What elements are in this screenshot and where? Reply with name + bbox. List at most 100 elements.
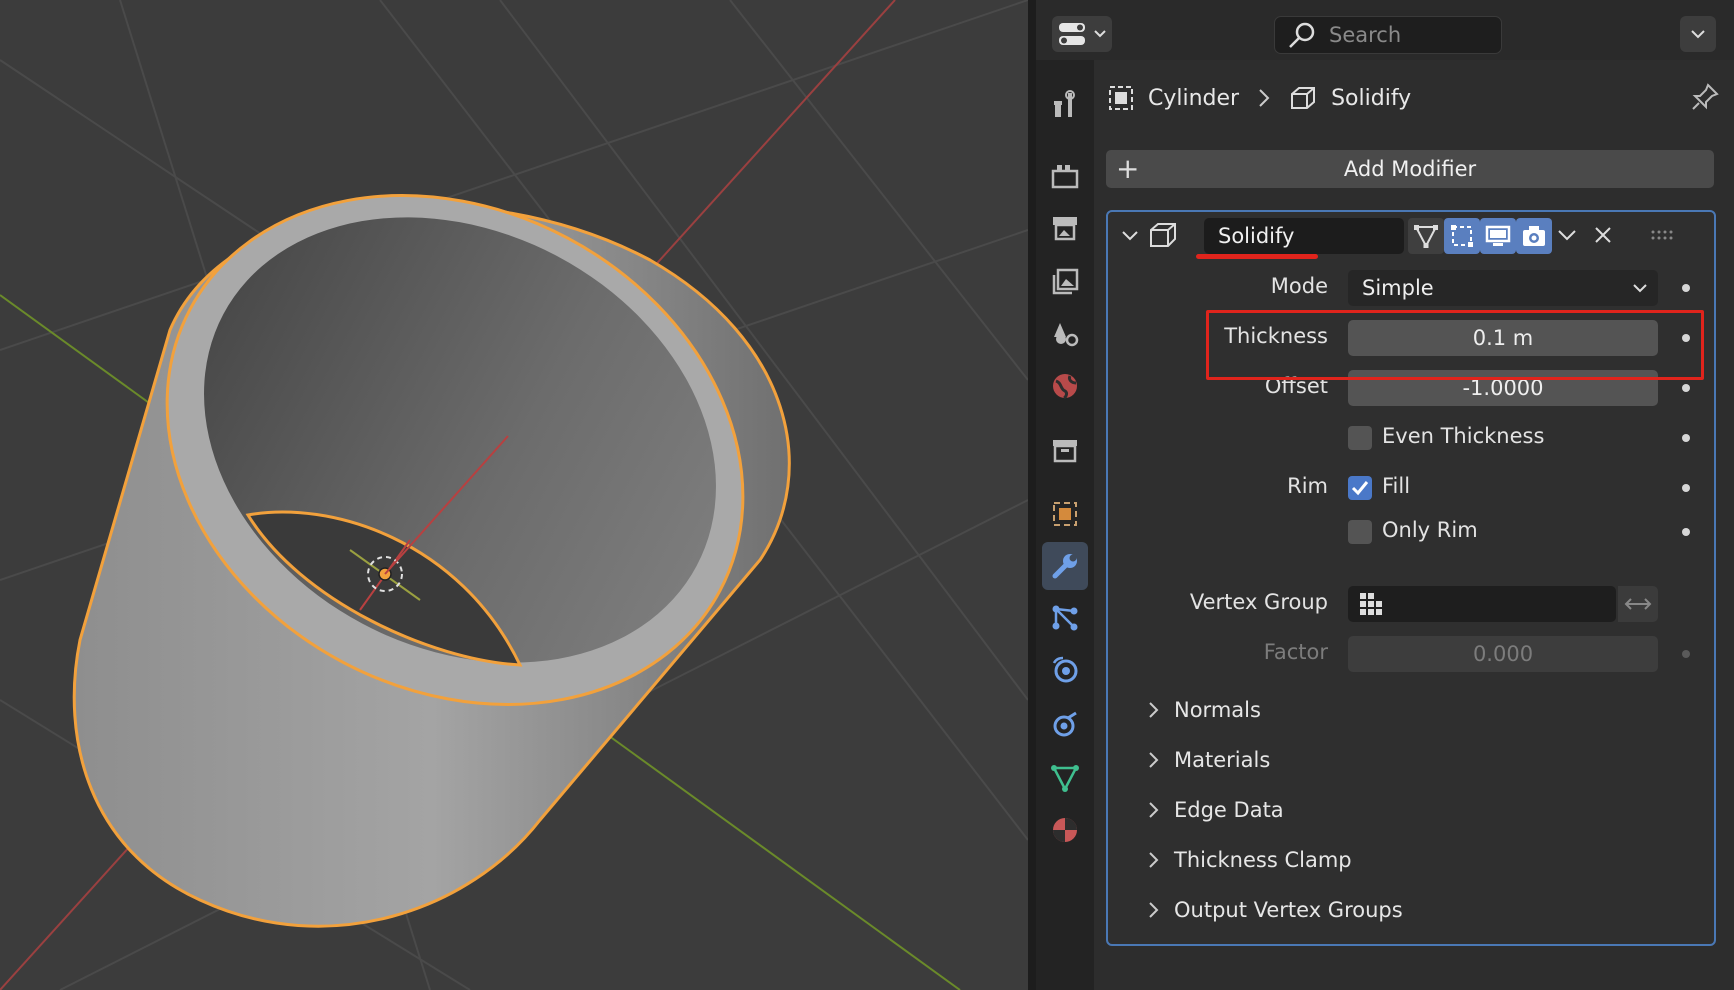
even-thickness-label[interactable]: Even Thickness: [1382, 424, 1544, 448]
annotation-highlight-box: [1206, 310, 1704, 380]
subpanel-normals[interactable]: Normals: [1148, 692, 1261, 728]
output-icon: [1053, 217, 1077, 241]
annotation-underline: [1196, 254, 1318, 259]
tab-modifiers[interactable]: [1042, 542, 1088, 590]
mode-select[interactable]: Simple: [1348, 270, 1658, 306]
subpanel-label: Output Vertex Groups: [1174, 898, 1403, 922]
keyframe-dot[interactable]: [1682, 650, 1690, 658]
subpanel-edge-data[interactable]: Edge Data: [1148, 792, 1284, 828]
invert-arrows-icon: [1624, 598, 1652, 610]
breadcrumb: Cylinder Solidify: [1108, 78, 1411, 118]
rim-label: Rim: [1287, 474, 1328, 498]
add-modifier-label: Add Modifier: [1343, 157, 1477, 181]
collection-icon: [1053, 440, 1077, 463]
cage-toggle[interactable]: [1444, 218, 1480, 254]
properties-tabs: [1036, 60, 1094, 990]
chevron-right-icon: [1149, 752, 1159, 768]
chevron-right-icon: [1149, 702, 1159, 718]
vertex-group-label: Vertex Group: [1189, 590, 1328, 614]
3d-viewport[interactable]: [0, 0, 1028, 990]
object-icon: [1053, 502, 1077, 526]
fill-checkbox[interactable]: [1348, 476, 1372, 500]
keyframe-dot[interactable]: [1682, 528, 1690, 536]
factor-label: Factor: [1263, 640, 1328, 664]
pin-icon[interactable]: [1690, 82, 1720, 112]
breadcrumb-object: Cylinder: [1148, 85, 1240, 111]
add-modifier-button[interactable]: + Add Modifier: [1106, 150, 1714, 188]
tab-particles[interactable]: [1042, 594, 1088, 642]
render-icon: [1051, 165, 1079, 189]
subpanel-thickness-clamp[interactable]: Thickness Clamp: [1148, 842, 1352, 878]
chevron-right-icon: [1149, 902, 1159, 918]
plus-icon: +: [1116, 152, 1140, 185]
mode-label: Mode: [1270, 274, 1328, 298]
subpanel-materials[interactable]: Materials: [1148, 742, 1270, 778]
factor-field[interactable]: 0.000: [1348, 636, 1658, 672]
solidify-modifier-icon: [1150, 223, 1176, 247]
tab-tool[interactable]: [1042, 80, 1088, 128]
collapse-chevron-icon[interactable]: [1120, 226, 1140, 246]
modifier-header: Solidify: [1108, 212, 1714, 260]
vertex-group-row: Vertex Group: [1108, 586, 1714, 622]
tab-material[interactable]: [1042, 806, 1088, 854]
tab-output[interactable]: [1042, 204, 1088, 252]
editor-type-icon: [1059, 23, 1085, 45]
subpanel-label: Normals: [1174, 698, 1261, 722]
tab-render[interactable]: [1042, 152, 1088, 200]
tool-icon: [1054, 90, 1075, 117]
search-field[interactable]: Search: [1274, 16, 1502, 54]
world-icon: [1053, 374, 1077, 400]
tab-world[interactable]: [1042, 362, 1088, 410]
tab-collection[interactable]: [1042, 426, 1088, 474]
checkmark-icon: [1351, 481, 1369, 496]
properties-content: Cylinder Solidify + Add Modifier Solidif…: [1094, 60, 1734, 990]
fill-label[interactable]: Fill: [1382, 474, 1410, 498]
rim-fill-row: Rim Fill: [1108, 470, 1714, 506]
close-icon[interactable]: [1592, 224, 1614, 246]
editor-type-button[interactable]: [1052, 16, 1112, 52]
even-thickness-checkbox[interactable]: [1348, 426, 1372, 450]
vertex-group-field[interactable]: [1348, 586, 1616, 622]
subpanel-label: Materials: [1174, 748, 1271, 772]
tab-view-layer[interactable]: [1042, 258, 1088, 306]
particles-icon: [1052, 605, 1078, 631]
viewport-scene: [0, 0, 1028, 990]
edit-mode-toggle[interactable]: [1408, 218, 1444, 254]
even-thickness-row: Even Thickness: [1108, 420, 1714, 456]
drag-handle-icon[interactable]: [1650, 228, 1676, 242]
monitor-icon: [1485, 225, 1511, 246]
chevron-right-icon: [1149, 802, 1159, 818]
mode-value: Simple: [1362, 276, 1434, 300]
search-icon: [1289, 22, 1315, 48]
properties-editor: Search Cylinder Solidify + Add Modifier …: [1036, 0, 1734, 990]
keyframe-dot[interactable]: [1682, 484, 1690, 492]
physics-icon: [1052, 656, 1078, 683]
tab-scene[interactable]: [1042, 310, 1088, 358]
only-rim-checkbox[interactable]: [1348, 520, 1372, 544]
mode-row: Mode Simple: [1108, 270, 1714, 306]
chevron-right-icon: [1149, 852, 1159, 868]
chevron-down-icon: [1094, 30, 1106, 38]
keyframe-dot[interactable]: [1682, 284, 1690, 292]
tab-data[interactable]: [1042, 754, 1088, 802]
chevron-down-icon[interactable]: [1556, 226, 1578, 246]
realtime-toggle[interactable]: [1480, 218, 1516, 254]
tab-constraints[interactable]: [1042, 700, 1088, 748]
tab-object[interactable]: [1042, 490, 1088, 538]
invert-vertex-group-button[interactable]: [1618, 586, 1658, 622]
subpanel-output-vertex-groups[interactable]: Output Vertex Groups: [1148, 892, 1403, 928]
scene-icon: [1054, 323, 1079, 347]
modifier-name-input[interactable]: Solidify: [1204, 218, 1404, 254]
keyframe-dot[interactable]: [1682, 384, 1690, 392]
tab-physics[interactable]: [1042, 646, 1088, 694]
render-toggle[interactable]: [1516, 218, 1552, 254]
only-rim-label[interactable]: Only Rim: [1382, 518, 1478, 542]
material-icon: [1053, 818, 1077, 842]
options-dropdown-button[interactable]: [1680, 16, 1716, 52]
keyframe-dot[interactable]: [1682, 434, 1690, 442]
camera-icon: [1523, 226, 1545, 246]
wrench-icon: [1052, 554, 1077, 579]
area-divider[interactable]: [1028, 0, 1036, 990]
subpanel-label: Thickness Clamp: [1174, 848, 1352, 872]
chevron-right-icon: [1259, 89, 1270, 107]
